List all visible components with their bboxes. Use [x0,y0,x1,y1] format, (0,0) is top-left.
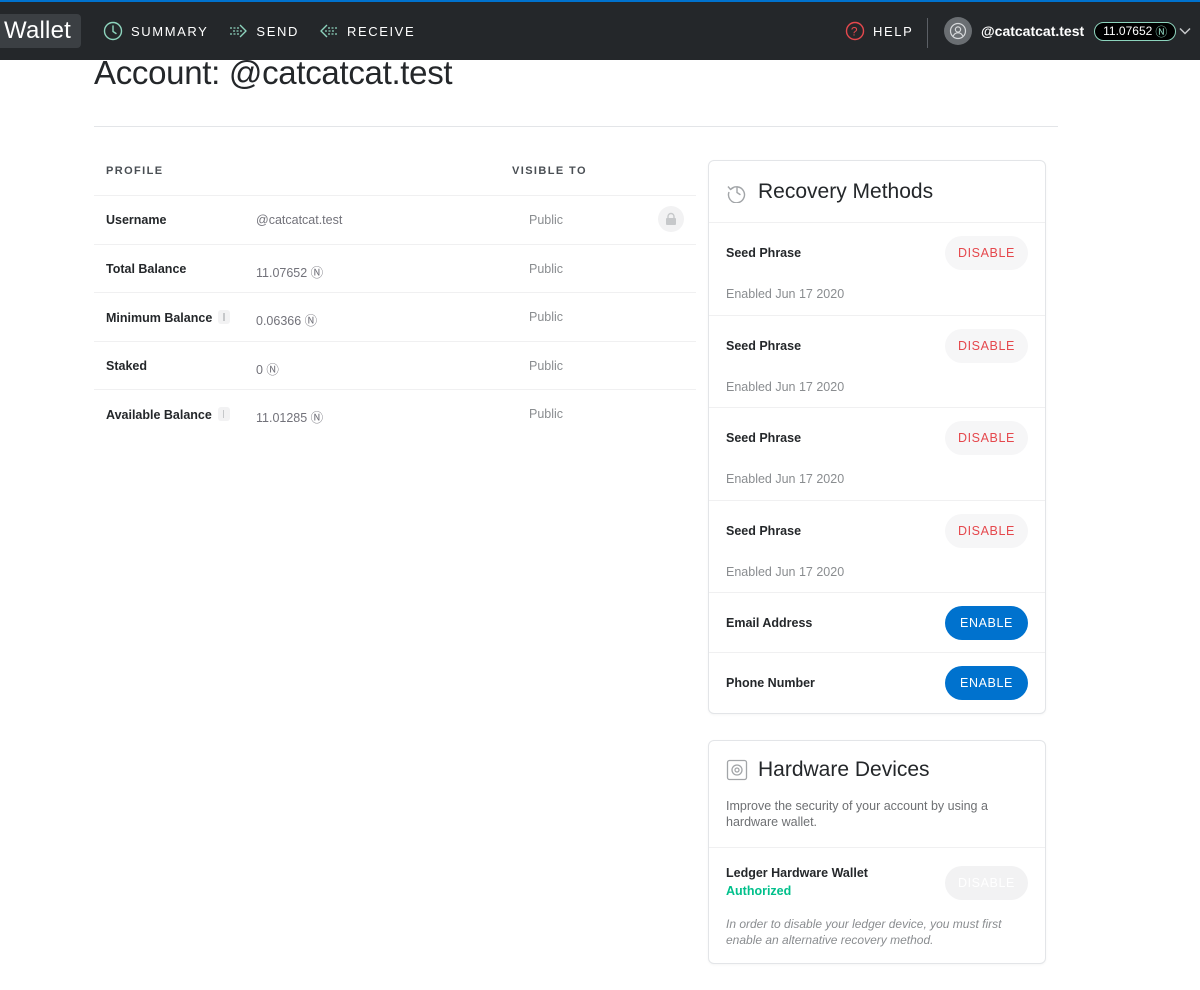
method-name: Email Address [726,616,813,630]
svg-text:?: ? [851,25,859,39]
recovery-methods-card: Recovery Methods Seed Phrase Enabled Jun… [708,160,1046,714]
row-label: Available Balance [106,408,212,422]
row-value: 0 Ⓝ [256,362,279,377]
row-visibility: Public [529,310,564,324]
account-name: @catcatcat.test [981,23,1085,39]
row-label: Total Balance [106,261,187,276]
hardware-devices-title: Hardware Devices [758,757,930,781]
hardware-description: Improve the security of your account by … [726,799,988,829]
enable-email-button[interactable]: ENABLE [945,606,1028,640]
recovery-methods-title: Recovery Methods [758,179,934,203]
hardware-device-icon [726,759,748,780]
recovery-method-phone: Phone Number ENABLE [709,653,1045,713]
nav-send-label: SEND [256,23,299,39]
table-row: Username @catcatcat.test Public [94,196,696,245]
nav-help[interactable]: ? HELP [845,2,913,60]
nav-receive-label: RECEIVE [346,23,416,39]
disable-button[interactable]: DISABLE [945,236,1028,270]
title-divider [94,126,1058,127]
column-header-profile: PROFILE [106,165,164,177]
chevron-down-icon[interactable] [1178,24,1192,38]
send-arrow-icon [230,24,248,38]
account-balance-badge: 11.07652 Ⓝ [1094,21,1177,41]
nav-divider [927,18,928,48]
row-label-with-info: Minimum Balance [106,310,231,325]
table-row: Available Balance 11.01285 Ⓝ Public [94,390,696,439]
info-icon[interactable] [217,407,230,421]
nav-receive[interactable]: RECEIVE [319,2,415,60]
account-menu[interactable]: @catcatcat.test 11.07652 Ⓝ [944,16,1177,46]
table-row: Staked 0 Ⓝ Public [94,342,696,390]
ledger-device-row: Ledger Hardware Wallet Authorized DISABL… [709,848,1045,966]
avatar [944,17,972,45]
nav-send[interactable]: SEND [228,2,299,60]
method-name: Seed Phrase [726,246,802,260]
row-value: 11.07652 Ⓝ [256,265,324,280]
disable-button[interactable]: DISABLE [945,513,1028,548]
method-date: Enabled Jun 17 2020 [726,472,845,486]
column-header-visible-to: VISIBLE TO [512,165,587,177]
hardware-devices-card: Hardware Devices Improve the security of… [708,740,1046,964]
method-name: Phone Number [726,676,815,690]
row-value: 11.01285 Ⓝ [256,411,324,425]
method-date: Enabled Jun 17 2020 [726,287,845,301]
hardware-devices-header: Hardware Devices [709,741,1045,798]
nav-summary[interactable]: SUMMARY [103,2,208,60]
row-visibility: Public [529,213,564,227]
row-visibility: Public [529,358,564,373]
table-row: Total Balance 11.07652 Ⓝ Public [94,245,696,293]
row-visibility: Public [529,407,564,421]
page-title: Account: @catcatcat.test [94,54,453,91]
disable-button[interactable]: DISABLE [945,328,1028,363]
account-balance: 11.07652 [1103,24,1153,38]
nav-summary-label: SUMMARY [131,23,209,39]
method-name: Seed Phrase [726,338,802,353]
history-icon [727,185,746,203]
method-date: Enabled Jun 17 2020 [726,564,845,579]
nav-help-label: HELP [873,23,914,39]
enable-phone-button[interactable]: ENABLE [945,666,1028,700]
user-icon [949,22,967,40]
receive-arrow-icon [320,24,337,38]
top-navigation-bar: Wallet SUMMARY SEND RECEIVE ? HELP @catc… [0,0,1200,60]
lock-icon [658,206,684,232]
hardware-description-section: Improve the security of your account by … [709,798,1045,848]
disable-button[interactable]: DISABLE [945,421,1028,455]
table-row: Minimum Balance 0.06366 Ⓝ Public [94,293,696,342]
disable-ledger-note: In order to disable your ledger device, … [726,917,1002,947]
recovery-method-item: Seed Phrase Enabled Jun 17 2020 DISABLE [709,316,1045,408]
clock-icon [103,21,123,41]
recovery-method-email: Email Address ENABLE [709,593,1045,653]
recovery-method-item: Seed Phrase Enabled Jun 17 2020 DISABLE [709,408,1045,501]
profile-table: PROFILE VISIBLE TO Username @catcatcat.t… [94,148,696,439]
device-status: Authorized [726,884,792,898]
row-label-with-info: Available Balance [106,407,230,422]
recovery-methods-header: Recovery Methods [709,161,1045,223]
row-label: Staked [106,358,147,373]
help-icon: ? [845,21,865,41]
profile-table-header: PROFILE VISIBLE TO [94,148,696,196]
row-visibility: Public [529,261,564,276]
recovery-method-item: Seed Phrase Enabled Jun 17 2020 DISABLE [709,223,1045,316]
disable-ledger-button[interactable]: DISABLE [945,866,1028,900]
method-name: Seed Phrase [726,431,802,445]
method-date: Enabled Jun 17 2020 [726,379,845,394]
row-value: @catcatcat.test [256,213,343,227]
method-name: Seed Phrase [726,523,802,538]
row-value: 0.06366 Ⓝ [256,314,318,328]
row-label: Minimum Balance [106,311,213,325]
near-symbol: Ⓝ [1155,24,1168,39]
device-name: Ledger Hardware Wallet [726,866,868,880]
recovery-method-item: Seed Phrase Enabled Jun 17 2020 DISABLE [709,501,1045,593]
wallet-logo[interactable]: Wallet [0,14,81,48]
row-label: Username [106,213,167,227]
info-icon[interactable] [218,310,231,324]
